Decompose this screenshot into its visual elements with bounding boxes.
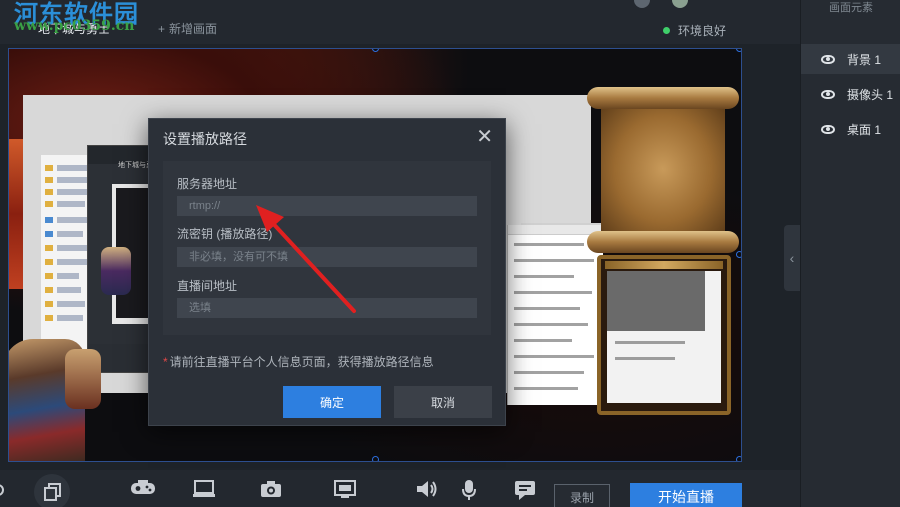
- network-status-label: 环境良好: [678, 24, 727, 38]
- start-live-button[interactable]: 开始直播: [630, 483, 742, 507]
- element-label: 桌面 1: [847, 122, 882, 137]
- resize-handle[interactable]: [736, 456, 741, 461]
- element-label: 摄像头 1: [847, 87, 894, 102]
- resize-handle[interactable]: [736, 251, 741, 258]
- form-panel: 服务器地址 流密钥 (播放路径) 直播间地址: [163, 161, 491, 335]
- camera-icon[interactable]: [260, 480, 282, 500]
- character-art: [101, 247, 131, 295]
- element-item-background[interactable]: 背景 1: [801, 44, 900, 74]
- chat-icon[interactable]: [514, 480, 536, 500]
- close-icon[interactable]: ✕: [476, 125, 493, 149]
- monitor-icon[interactable]: [193, 480, 215, 500]
- layers-button[interactable]: [34, 474, 70, 507]
- stream-key-label: 流密钥 (播放路径): [177, 227, 273, 241]
- add-scene-label: 新增画面: [169, 22, 218, 36]
- element-item-desktop[interactable]: 桌面 1: [801, 114, 900, 144]
- eye-icon[interactable]: [821, 124, 835, 134]
- stream-path-dialog: 设置播放路径 ✕ 服务器地址 流密钥 (播放路径) 直播间地址 *请前往直播平台…: [148, 118, 506, 426]
- scroll-decoration: [587, 87, 739, 253]
- character-art: [65, 349, 101, 409]
- screen-cast-icon[interactable]: [334, 480, 356, 500]
- resize-handle[interactable]: [736, 49, 741, 52]
- hint-label: 请前往直播平台个人信息页面，获得播放路径信息: [169, 355, 434, 369]
- required-star: *: [163, 355, 168, 369]
- browser-capture: [507, 225, 603, 405]
- panel-title: 画面元素: [829, 2, 873, 14]
- element-item-camera[interactable]: 摄像头 1: [801, 79, 900, 109]
- record-button[interactable]: 录制: [554, 484, 610, 507]
- microphone-icon[interactable]: [462, 480, 484, 500]
- server-address-input[interactable]: [177, 196, 477, 216]
- speaker-icon[interactable]: [416, 480, 438, 500]
- element-panel: 画面元素 背景 1 摄像头 1 桌面 1: [800, 0, 900, 507]
- status-indicator-icon: [672, 0, 688, 8]
- watermark-url: www.pc0359.cn: [14, 18, 135, 34]
- avatar[interactable]: [634, 0, 650, 8]
- settings-icon[interactable]: [0, 482, 16, 502]
- cancel-button[interactable]: 取消: [394, 386, 492, 418]
- frame-decoration: [597, 255, 731, 415]
- plus-icon: +: [158, 22, 166, 36]
- status-dot-icon: [663, 27, 670, 34]
- confirm-button[interactable]: 确定: [283, 386, 381, 418]
- room-address-label: 直播间地址: [177, 279, 238, 293]
- collapse-panel-button[interactable]: ‹: [784, 225, 800, 291]
- server-address-label: 服务器地址: [177, 177, 238, 191]
- layers-icon: [44, 483, 61, 501]
- hint-text: * 请前往直播平台个人信息页面，获得播放路径信息: [163, 353, 434, 370]
- resize-handle[interactable]: [372, 456, 379, 461]
- bottom-toolbar: 录制 开始直播: [0, 470, 800, 507]
- network-status: 环境良好: [663, 22, 726, 39]
- room-address-input[interactable]: [177, 298, 477, 318]
- element-label: 背景 1: [847, 52, 882, 67]
- dialog-title: 设置播放路径: [163, 131, 247, 147]
- stream-key-input[interactable]: [177, 247, 477, 267]
- add-scene-button[interactable]: + 新增画面: [158, 18, 217, 40]
- gamepad-icon[interactable]: [130, 480, 155, 500]
- eye-icon[interactable]: [821, 89, 835, 99]
- eye-icon[interactable]: [821, 54, 835, 64]
